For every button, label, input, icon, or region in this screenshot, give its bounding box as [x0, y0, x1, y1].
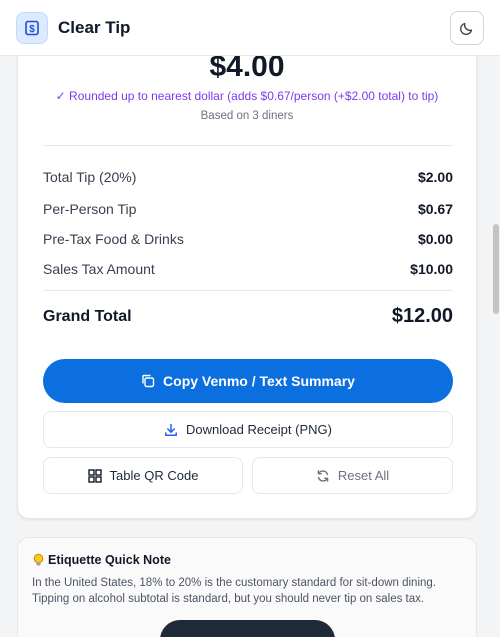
grand-total-value: $12.00	[391, 305, 453, 327]
lightbulb-icon	[33, 553, 44, 566]
copy-icon	[142, 374, 155, 388]
breakdown-row-per-person-tip: Per-Person Tip $0.67	[43, 201, 453, 217]
etiquette-body: In the United States, 18% to 20% is the …	[32, 577, 436, 605]
grand-total-label: Grand Total	[43, 307, 132, 325]
page-scrollbar[interactable]	[492, 56, 500, 637]
copy-summary-button[interactable]: Copy Venmo / Text Summary	[43, 359, 453, 403]
etiquette-title: Etiquette Quick Note	[32, 553, 462, 567]
divider	[43, 145, 453, 146]
row-value: $10.00	[410, 261, 453, 277]
download-receipt-label: Download Receipt (PNG)	[186, 422, 332, 437]
scrollbar-thumb[interactable]	[493, 224, 499, 314]
copy-summary-label: Copy Venmo / Text Summary	[163, 373, 355, 389]
reset-all-button[interactable]: Reset All	[252, 457, 453, 494]
svg-text:$: $	[29, 24, 35, 35]
row-label: Sales Tax Amount	[43, 261, 155, 277]
reset-all-label: Reset All	[337, 468, 390, 483]
rounded-note: ✓ Rounded up to nearest dollar (adds $0.…	[55, 89, 439, 103]
divider	[43, 290, 453, 291]
table-qr-label: Table QR Code	[109, 468, 199, 483]
download-icon	[165, 423, 177, 436]
diner-count-note: Based on 3 diners	[200, 110, 294, 122]
breakdown-row-total-tip: Total Tip (20%) $2.00	[43, 169, 453, 185]
reset-icon	[317, 469, 329, 482]
table-qr-button[interactable]: Table QR Code	[43, 457, 243, 494]
row-label: Per-Person Tip	[43, 201, 137, 217]
dollar-receipt-icon: $	[16, 11, 48, 44]
breakdown-row-pretax-food: Pre-Tax Food & Drinks $0.00	[43, 231, 453, 247]
row-value: $0.00	[417, 231, 453, 247]
grand-total-row: Grand Total $12.00	[43, 305, 453, 328]
row-value: $0.67	[417, 201, 453, 217]
row-value: $2.00	[417, 169, 453, 185]
breakdown-row-sales-tax: Sales Tax Amount $10.00	[43, 261, 453, 277]
results-card: $4.00 ✓ Rounded up to nearest dollar (ad…	[17, 30, 477, 519]
row-label: Pre-Tax Food & Drinks	[43, 231, 184, 247]
floating-toolbar[interactable]	[160, 620, 335, 637]
etiquette-title-text: Etiquette Quick Note	[48, 553, 171, 567]
row-label: Total Tip (20%)	[43, 169, 137, 185]
qr-code-icon	[87, 468, 102, 483]
app-title: Clear Tip	[58, 17, 131, 37]
moon-icon	[459, 22, 473, 36]
download-receipt-button[interactable]: Download Receipt (PNG)	[43, 411, 453, 448]
theme-toggle-button[interactable]	[450, 11, 484, 45]
app-header: $ Clear Tip	[0, 0, 500, 56]
